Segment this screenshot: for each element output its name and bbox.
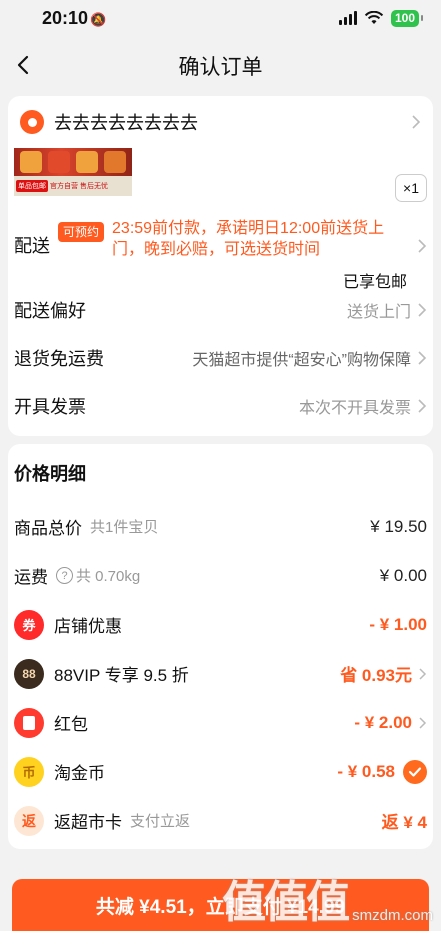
shop-discount-amount: - ¥ 1.00 bbox=[369, 614, 427, 634]
goods-total-amount: ¥ 19.50 bbox=[370, 516, 427, 536]
vip-discount-row[interactable]: 88 88VIP 专享 9.5 折 省 0.93元 bbox=[8, 649, 433, 698]
gold-coin-row[interactable]: 币 淘金币 - ¥ 0.58 bbox=[8, 747, 433, 796]
coupon-icon: 券 bbox=[14, 609, 44, 640]
vip-discount-label: 88VIP 专享 9.5 折 bbox=[54, 666, 189, 685]
price-detail-title: 价格明细 bbox=[14, 464, 86, 484]
status-time: 20:10 🔕 bbox=[42, 8, 106, 29]
gold-coin-amount: - ¥ 0.58 bbox=[337, 761, 395, 781]
thumb-badge: 单品包邮 bbox=[16, 180, 48, 192]
chevron-right-icon bbox=[418, 303, 427, 317]
shipping-fee-row: 运费 ? 共 0.70kg ¥ 0.00 bbox=[8, 551, 433, 600]
cashback-amount: 返 ¥ 4 bbox=[381, 813, 427, 832]
cashback-icon: 返 bbox=[14, 805, 44, 836]
thumb-tag: 官方自营 售后无忧 bbox=[50, 183, 108, 190]
thumb-caption: 单品包邮 官方自营 售后无忧 bbox=[14, 176, 132, 196]
wifi-icon bbox=[364, 11, 384, 24]
delivery-preference-value: 送货上门 bbox=[346, 304, 411, 321]
quantity-badge: ×1 bbox=[395, 174, 427, 202]
nav-bar: 确认订单 bbox=[0, 36, 441, 96]
free-shipping-text: 已享包邮 bbox=[342, 274, 407, 291]
price-detail-card: 价格明细 商品总价 共1件宝贝 ¥ 19.50 运费 ? 共 0.70kg ¥ … bbox=[8, 444, 433, 849]
delivery-label: 配送 bbox=[14, 236, 50, 256]
question-icon[interactable]: ? bbox=[56, 567, 73, 584]
delivery-row[interactable]: 配送 可预约 23:59前付款，承诺明日12:00前送货上门，晚到必赔，可选送货… bbox=[8, 200, 433, 291]
chevron-left-icon bbox=[17, 55, 29, 75]
reservable-badge: 可预约 bbox=[58, 222, 105, 242]
red-packet-amount: - ¥ 2.00 bbox=[354, 712, 412, 732]
invoice-label: 开具发票 bbox=[14, 397, 86, 417]
invoice-row[interactable]: 开具发票 本次不开具发票 bbox=[8, 382, 433, 430]
status-bar: 20:10 🔕 100 bbox=[0, 0, 441, 36]
bell-muted-icon: 🔕 bbox=[90, 11, 107, 27]
red-packet-icon bbox=[14, 707, 44, 738]
location-pin-icon bbox=[20, 110, 44, 134]
address-row[interactable]: 去去去去去去去去 bbox=[8, 96, 433, 148]
signal-icon bbox=[338, 11, 357, 25]
chevron-right-icon bbox=[419, 716, 427, 729]
goods-total-row: 商品总价 共1件宝贝 ¥ 19.50 bbox=[8, 502, 433, 551]
watermark: 值值值 smzdm.com bbox=[222, 881, 433, 925]
goods-total-label: 商品总价 bbox=[14, 519, 82, 538]
status-time-text: 20:10 bbox=[42, 7, 89, 28]
address-text: 去去去去去去去去 bbox=[54, 113, 198, 133]
gold-coin-label: 淘金币 bbox=[54, 764, 105, 783]
page-title: 确认订单 bbox=[178, 56, 263, 79]
chevron-right-icon bbox=[418, 239, 427, 253]
delivery-preference-row[interactable]: 配送偏好 送货上门 bbox=[8, 286, 433, 334]
shop-discount-row[interactable]: 券 店铺优惠 - ¥ 1.00 bbox=[8, 600, 433, 649]
delivery-preference-label: 配送偏好 bbox=[14, 301, 86, 321]
checkmark-icon[interactable] bbox=[403, 759, 427, 784]
shipping-weight: 共 0.70kg bbox=[76, 568, 141, 585]
gold-coin-icon: 币 bbox=[14, 756, 44, 787]
free-return-value: 天猫超市提供“超安心”购物保障 bbox=[192, 352, 411, 369]
vip-discount-amount: 省 0.93元 bbox=[340, 666, 412, 685]
product-thumbnail[interactable]: 单品包邮 官方自营 售后无忧 bbox=[14, 148, 132, 196]
invoice-value: 本次不开具发票 bbox=[298, 400, 411, 417]
shipping-fee-amount: ¥ 0.00 bbox=[379, 565, 427, 585]
watermark-glyphs: 值值值 bbox=[222, 878, 350, 927]
cashback-label: 返超市卡 bbox=[54, 813, 122, 832]
chevron-right-icon bbox=[418, 399, 427, 413]
chevron-right-icon bbox=[419, 667, 427, 680]
watermark-url: smzdm.com bbox=[352, 907, 433, 924]
cashback-sub: 支付立返 bbox=[130, 813, 191, 830]
back-button[interactable] bbox=[10, 52, 36, 78]
shipping-fee-label: 运费 bbox=[14, 568, 48, 587]
battery-icon: 100 bbox=[390, 9, 424, 27]
order-card: 单品包邮 官方自营 售后无忧 ×1 配送 可预约 23:59前付款，承诺明日12… bbox=[8, 148, 433, 436]
status-icons: 100 bbox=[338, 9, 424, 27]
cashback-row: 返 返超市卡 支付立返 返 ¥ 4 bbox=[8, 796, 433, 845]
shop-discount-label: 店铺优惠 bbox=[54, 617, 122, 636]
chevron-right-icon bbox=[412, 115, 421, 129]
free-return-label: 退货免运费 bbox=[14, 349, 104, 369]
free-return-row[interactable]: 退货免运费 天猫超市提供“超安心”购物保障 bbox=[8, 334, 433, 382]
red-packet-label: 红包 bbox=[54, 715, 88, 734]
chevron-right-icon bbox=[418, 351, 427, 365]
red-packet-row[interactable]: 红包 - ¥ 2.00 bbox=[8, 698, 433, 747]
thumb-food-image bbox=[14, 148, 132, 176]
vip-88-icon: 88 bbox=[14, 658, 44, 689]
goods-count: 共1件宝贝 bbox=[90, 519, 159, 536]
product-row[interactable]: 单品包邮 官方自营 售后无忧 ×1 bbox=[8, 148, 433, 202]
